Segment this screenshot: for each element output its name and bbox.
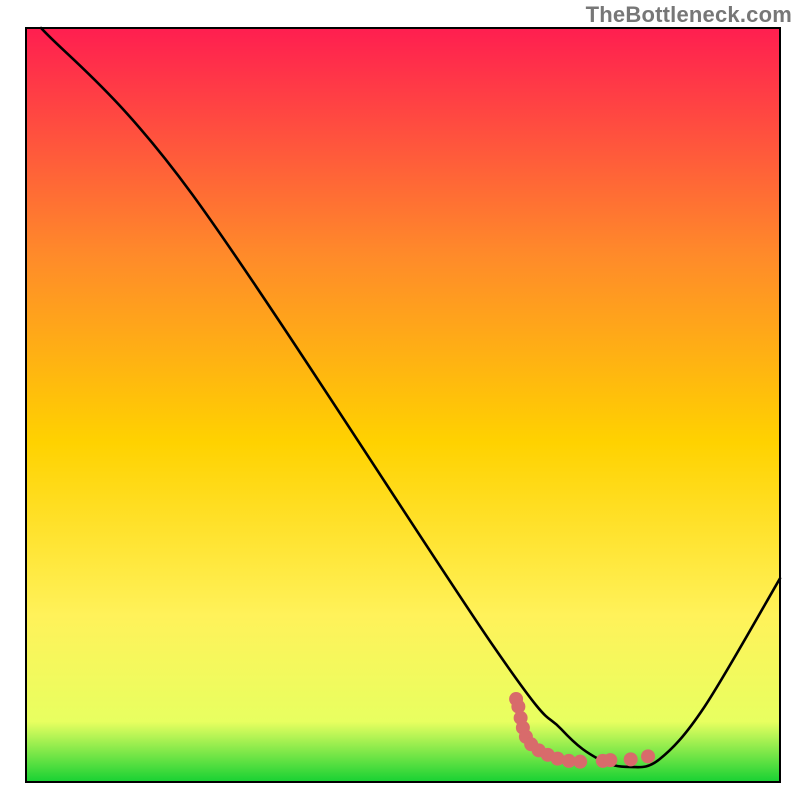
- marker-dot: [641, 749, 655, 763]
- bottleneck-chart: [0, 0, 800, 800]
- marker-dot: [573, 755, 587, 769]
- gradient-background: [26, 28, 780, 782]
- marker-dot: [624, 752, 638, 766]
- watermark-text: TheBottleneck.com: [586, 2, 792, 28]
- marker-dot: [603, 753, 617, 767]
- chart-container: TheBottleneck.com: [0, 0, 800, 800]
